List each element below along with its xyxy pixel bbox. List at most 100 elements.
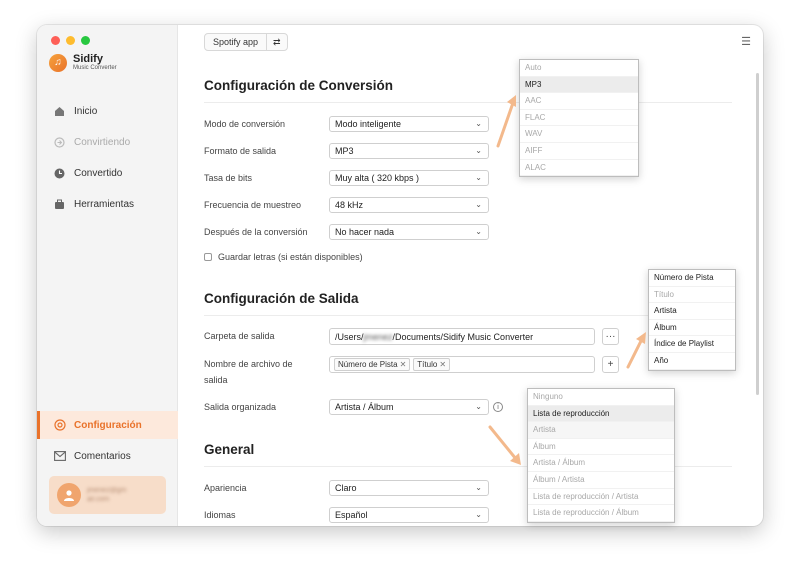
chevron-down-icon: ⌄ [475, 173, 482, 182]
label-line: salida [204, 375, 228, 385]
sidebar-item-convertido[interactable]: Convertido [37, 159, 178, 187]
organized-option[interactable]: Lista de reproducción [528, 405, 674, 423]
label-line: Nombre de archivo de [204, 359, 293, 369]
sample-rate-select[interactable]: 48 kHz ⌄ [329, 197, 489, 213]
user-email-domain: ail.com [87, 496, 110, 503]
format-option[interactable]: AAC [520, 93, 638, 110]
chevron-down-icon: ⌄ [475, 510, 482, 519]
sidebar-item-label: Inicio [74, 105, 98, 117]
format-option[interactable]: WAV [520, 126, 638, 143]
remove-tag-icon[interactable]: ✕ [400, 360, 407, 369]
output-filename-input[interactable]: Número de Pista ✕ Título ✕ [329, 356, 595, 373]
add-tag-button[interactable]: + [602, 356, 619, 373]
avatar [57, 483, 81, 507]
user-account[interactable]: jmenez@gm ail.com [49, 476, 166, 514]
save-lyrics-checkbox[interactable] [204, 253, 212, 261]
organized-option[interactable]: Lista de reproducción / Artista [528, 489, 674, 506]
app-name: Sidify [73, 53, 103, 65]
sidebar-item-configuracion[interactable]: Configuración [37, 411, 178, 439]
select-value: No hacer nada [335, 227, 395, 237]
gear-icon [53, 419, 66, 432]
organized-option[interactable]: Artista [528, 422, 674, 439]
sidebar-item-herramientas[interactable]: Herramientas [37, 190, 178, 218]
sample-rate-label: Frecuencia de muestreo [204, 200, 302, 210]
tag-option[interactable]: Índice de Playlist [649, 336, 735, 353]
format-option[interactable]: FLAC [520, 110, 638, 127]
select-value: Modo inteligente [335, 119, 402, 129]
organized-output-select[interactable]: Artista / Álbum ⌄ [329, 399, 489, 415]
sidebar-item-label: Herramientas [74, 198, 135, 210]
output-section-title: Configuración de Salida [204, 291, 359, 306]
minimize-window-button[interactable] [66, 36, 75, 45]
sidebar-item-convirtiendo[interactable]: Convirtiendo [37, 128, 178, 156]
divider [204, 102, 732, 103]
save-lyrics-label: Guardar letras (si están disponibles) [218, 252, 363, 262]
menu-icon[interactable]: ☰ [741, 35, 751, 48]
chevron-down-icon: ⌄ [475, 119, 482, 128]
organized-option[interactable]: Artista / Álbum [528, 455, 674, 472]
user-email: jmenez@gm [87, 487, 127, 494]
select-value: Artista / Álbum [335, 402, 394, 412]
format-option[interactable]: MP3 [520, 76, 638, 94]
sidebar: ♫ Sidify Music Converter Inicio Convirti… [37, 25, 178, 526]
language-select[interactable]: Español ⌄ [329, 507, 489, 523]
converting-icon [53, 136, 66, 149]
format-dropdown: Auto MP3 AAC FLAC WAV AIFF ALAC [519, 59, 639, 178]
tag-option[interactable]: Número de Pista [649, 270, 735, 287]
window-controls [51, 36, 90, 45]
organized-option[interactable]: Álbum / Artista [528, 472, 674, 489]
clock-icon [53, 167, 66, 180]
save-lyrics-option[interactable]: Guardar letras (si están disponibles) [204, 252, 363, 262]
path-prefix: /Users/ [335, 331, 364, 342]
filename-tag[interactable]: Número de Pista ✕ [334, 358, 411, 371]
bitrate-select[interactable]: Muy alta ( 320 kbps ) ⌄ [329, 170, 489, 186]
organized-option[interactable]: Ninguno [528, 389, 674, 406]
output-filename-label: Nombre de archivo de salida [204, 356, 293, 388]
tag-label: Título [417, 360, 438, 369]
home-icon [53, 105, 66, 118]
close-window-button[interactable] [51, 36, 60, 45]
chevron-down-icon: ⌄ [475, 402, 482, 411]
sidebar-item-label: Configuración [74, 419, 142, 431]
after-conversion-label: Después de la conversión [204, 227, 308, 237]
conversion-mode-select[interactable]: Modo inteligente ⌄ [329, 116, 489, 132]
sidebar-item-label: Convirtiendo [74, 136, 131, 148]
scrollbar[interactable] [756, 73, 759, 395]
sidebar-item-comentarios[interactable]: Comentarios [37, 442, 178, 470]
sidebar-item-label: Comentarios [74, 450, 131, 462]
organized-output-dropdown: Ninguno Lista de reproducción Artista Ál… [527, 388, 675, 523]
filename-tag[interactable]: Título ✕ [413, 358, 451, 371]
tag-option[interactable]: Título [649, 287, 735, 304]
format-option[interactable]: ALAC [520, 160, 638, 177]
select-value: Claro [335, 483, 357, 493]
select-value: Muy alta ( 320 kbps ) [335, 173, 420, 183]
sidebar-item-inicio[interactable]: Inicio [37, 97, 178, 125]
browse-folder-button[interactable]: ··· [602, 328, 619, 345]
app-subtitle: Music Converter [73, 65, 117, 71]
appearance-select[interactable]: Claro ⌄ [329, 480, 489, 496]
remove-tag-icon[interactable]: ✕ [439, 360, 446, 369]
output-format-select[interactable]: MP3 ⌄ [329, 143, 489, 159]
switch-source-icon[interactable]: ⇄ [266, 34, 287, 50]
info-icon[interactable]: i [493, 402, 503, 412]
format-option[interactable]: AIFF [520, 143, 638, 160]
select-value: Español [335, 510, 368, 520]
organized-option[interactable]: Lista de reproducción / Álbum [528, 505, 674, 522]
source-selector[interactable]: Spotify app ⇄ [204, 33, 288, 51]
select-value: 48 kHz [335, 200, 364, 210]
after-conversion-select[interactable]: No hacer nada ⌄ [329, 224, 489, 240]
tag-option[interactable]: Artista [649, 303, 735, 320]
organized-output-label: Salida organizada [204, 402, 277, 412]
app-logo: ♫ Sidify Music Converter [49, 53, 117, 72]
output-folder-label: Carpeta de salida [204, 331, 275, 341]
chevron-down-icon: ⌄ [475, 200, 482, 209]
sidebar-item-label: Convertido [74, 167, 123, 179]
format-option[interactable]: Auto [520, 60, 638, 77]
organized-option[interactable]: Álbum [528, 439, 674, 456]
tag-option[interactable]: Año [649, 353, 735, 370]
chevron-down-icon: ⌄ [475, 227, 482, 236]
path-user: jmenez [363, 331, 393, 342]
tag-option[interactable]: Álbum [649, 320, 735, 337]
zoom-window-button[interactable] [81, 36, 90, 45]
output-folder-input[interactable]: /Users/jmenez/Documents/Sidify Music Con… [329, 328, 595, 345]
